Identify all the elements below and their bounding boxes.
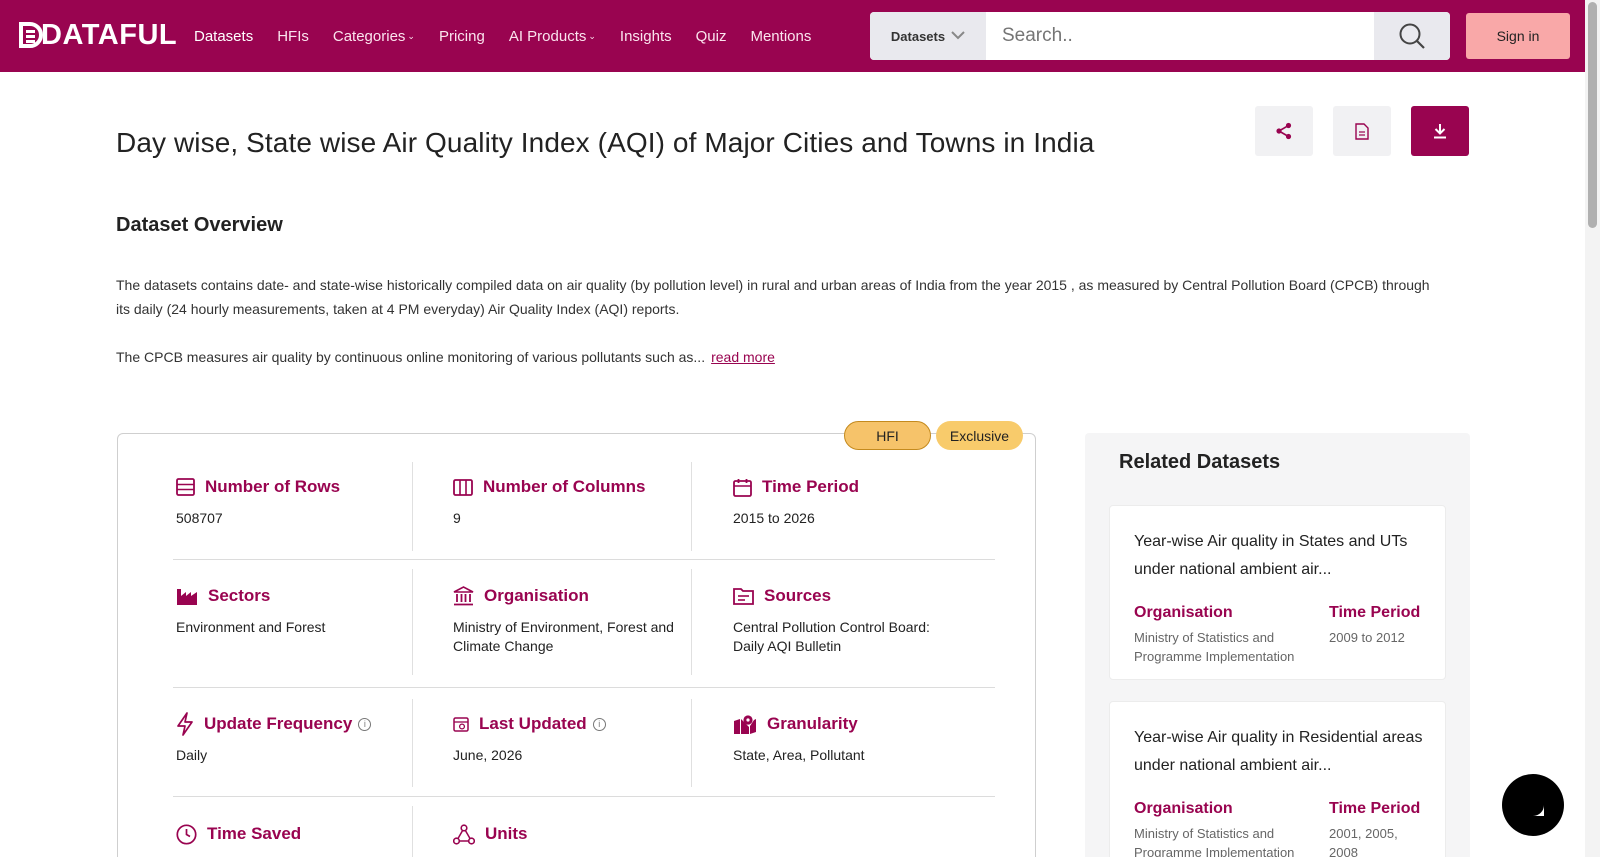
stat-value: Ministry of Environment, Forest and Clim… bbox=[453, 619, 674, 654]
logo-mark-icon bbox=[19, 22, 43, 48]
stat-time-saved: Time Saved bbox=[176, 822, 436, 846]
stat-sources: Sources Central Pollution Control Board:… bbox=[733, 584, 958, 656]
nav-mentions[interactable]: Mentions bbox=[750, 28, 811, 45]
sign-in-button[interactable]: Sign in bbox=[1466, 13, 1570, 59]
scrollbar-thumb[interactable] bbox=[1588, 2, 1597, 228]
units-icon bbox=[453, 823, 475, 845]
clock-icon bbox=[176, 823, 197, 845]
nav-datasets[interactable]: Datasets bbox=[194, 28, 253, 45]
document-button[interactable] bbox=[1333, 106, 1391, 156]
calendar-refresh-icon bbox=[453, 717, 469, 732]
chat-button[interactable] bbox=[1502, 774, 1564, 836]
nav-insights[interactable]: Insights bbox=[620, 28, 672, 45]
stat-value: 9 bbox=[453, 510, 461, 526]
dataful-logo[interactable]: DATAFUL bbox=[19, 18, 178, 51]
map-pin-icon bbox=[734, 714, 756, 734]
download-icon bbox=[1434, 124, 1446, 139]
stat-granularity: Granularity State, Area, Pollutant bbox=[733, 712, 993, 765]
divider bbox=[173, 796, 995, 797]
logo-text: DATAFUL bbox=[41, 18, 178, 51]
related-org-label: Organisation bbox=[1134, 800, 1233, 817]
chat-bubble-icon bbox=[1522, 794, 1544, 816]
columns-icon bbox=[453, 478, 473, 496]
related-dataset-card[interactable]: Year-wise Air quality in States and UTs … bbox=[1109, 505, 1446, 680]
search-icon bbox=[1399, 23, 1425, 49]
related-datasets-panel: Related Datasets Year-wise Air quality i… bbox=[1085, 433, 1470, 857]
hfi-badge: HFI bbox=[844, 421, 931, 450]
nav-ai-products[interactable]: AI Products ⌄ bbox=[509, 28, 596, 45]
search-button[interactable] bbox=[1374, 12, 1450, 60]
divider bbox=[173, 559, 995, 560]
dataset-description: The datasets contains date- and state-wi… bbox=[116, 277, 1430, 317]
stat-value: June, 2026 bbox=[453, 747, 523, 763]
related-dataset-title[interactable]: Year-wise Air quality in States and UTs … bbox=[1134, 528, 1424, 584]
related-org-value: Ministry of Statistics and Programme Imp… bbox=[1134, 826, 1295, 857]
download-button[interactable] bbox=[1411, 106, 1469, 156]
nav-pricing[interactable]: Pricing bbox=[439, 28, 485, 45]
share-icon bbox=[1276, 122, 1292, 140]
related-dataset-card[interactable]: Year-wise Air quality in Residential are… bbox=[1109, 701, 1446, 857]
stat-number-of-columns: Number of Columns 9 bbox=[453, 475, 713, 528]
related-time-label: Time Period bbox=[1329, 800, 1421, 817]
stat-number-of-rows: Number of Rows 508707 bbox=[176, 475, 436, 528]
stat-time-period: Time Period 2015 to 2026 bbox=[733, 475, 993, 528]
divider bbox=[691, 569, 692, 675]
related-time-label: Time Period bbox=[1329, 604, 1421, 621]
stat-last-updated: Last Updated i June, 2026 bbox=[453, 712, 713, 765]
search-input[interactable] bbox=[986, 12, 1374, 60]
nav-categories[interactable]: Categories ⌄ bbox=[333, 28, 415, 45]
stat-units: Units bbox=[453, 822, 713, 846]
related-org-value: Ministry of Statistics and Programme Imp… bbox=[1134, 630, 1295, 664]
stat-sectors: Sectors Environment and Forest bbox=[176, 584, 436, 637]
calendar-icon bbox=[733, 478, 752, 497]
stat-organisation: Organisation Ministry of Environment, Fo… bbox=[453, 584, 678, 656]
page-scrollbar[interactable] bbox=[1585, 0, 1600, 857]
search-bar: Datasets bbox=[870, 12, 1450, 60]
dataset-overview-heading: Dataset Overview bbox=[116, 214, 283, 236]
related-dataset-title[interactable]: Year-wise Air quality in Residential are… bbox=[1134, 724, 1424, 780]
chevron-down-icon: ⌄ bbox=[588, 30, 596, 41]
stat-value: Daily bbox=[176, 747, 208, 763]
read-more-link[interactable]: read more bbox=[711, 349, 775, 365]
related-org-label: Organisation bbox=[1134, 604, 1233, 621]
stat-value: State, Area, Pollutant bbox=[733, 747, 865, 763]
dataset-description-continued: The CPCB measures air quality by continu… bbox=[116, 349, 775, 365]
related-time-value: 2009 to 2012 bbox=[1329, 630, 1405, 645]
related-time-value: 2001, 2005, 2008 bbox=[1329, 826, 1398, 857]
chevron-down-icon: ⌄ bbox=[407, 30, 415, 41]
divider bbox=[173, 687, 995, 688]
main-nav: Datasets HFIs Categories ⌄ Pricing AI Pro… bbox=[194, 0, 835, 72]
stat-value: 508707 bbox=[176, 510, 223, 526]
institution-icon bbox=[453, 586, 474, 606]
top-navbar: DATAFUL Datasets HFIs Categories ⌄ Pricin… bbox=[0, 0, 1585, 72]
search-scope-select[interactable]: Datasets bbox=[870, 12, 986, 60]
document-icon bbox=[1355, 122, 1369, 140]
nav-hfis[interactable]: HFIs bbox=[277, 28, 309, 45]
nav-quiz[interactable]: Quiz bbox=[696, 28, 727, 45]
folder-icon bbox=[733, 588, 754, 605]
stat-update-frequency: Update Frequency i Daily bbox=[176, 712, 436, 765]
share-button[interactable] bbox=[1255, 106, 1313, 156]
info-icon[interactable]: i bbox=[358, 717, 372, 731]
related-datasets-heading: Related Datasets bbox=[1119, 451, 1281, 473]
page-title: Day wise, State wise Air Quality Index (… bbox=[116, 127, 1095, 158]
factory-icon bbox=[177, 588, 197, 605]
stat-value: 2015 to 2026 bbox=[733, 510, 815, 526]
stat-value: Central Pollution Control Board: Daily A… bbox=[733, 619, 930, 654]
rows-icon bbox=[176, 478, 195, 496]
lightning-icon bbox=[177, 712, 193, 736]
stat-value: Environment and Forest bbox=[176, 619, 326, 635]
exclusive-badge: Exclusive bbox=[936, 421, 1023, 450]
info-icon[interactable]: i bbox=[592, 717, 606, 731]
chevron-down-icon bbox=[951, 29, 965, 43]
